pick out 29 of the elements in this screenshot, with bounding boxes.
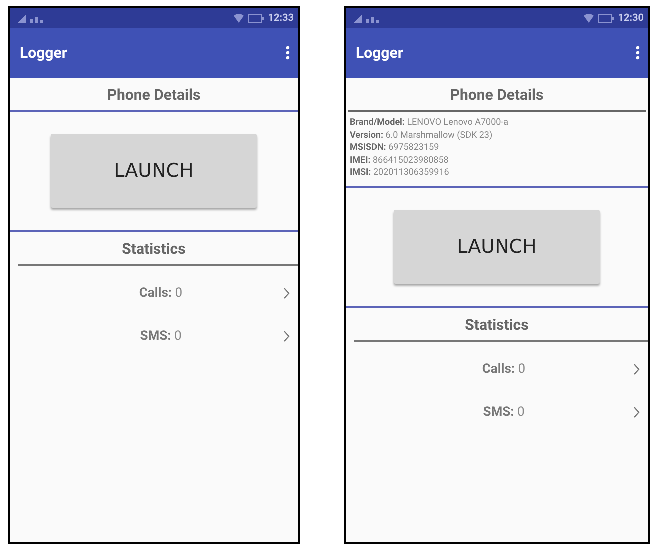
stat-label: SMS: 0	[139, 329, 183, 344]
section-heading: Phone Details	[449, 85, 545, 106]
more-options-icon[interactable]	[636, 46, 640, 60]
detail-line: MSISDN: 6975823159	[350, 142, 440, 154]
battery-icon	[248, 14, 264, 22]
section-heading: Statistics	[464, 314, 530, 336]
detail-line: Brand/Model: LENOVO Lenovo A7000-a	[350, 117, 510, 130]
status-time: 12:33	[268, 12, 294, 24]
chevron-right-icon[interactable]	[634, 364, 640, 374]
stat-label: Calls: 0	[138, 286, 184, 301]
app-title: Logger	[356, 44, 404, 62]
detail-line: Version: 6.0 Marshmallow (SDK 23)	[350, 130, 494, 142]
launch-button[interactable]: LAUNCH	[51, 134, 257, 208]
wifi-icon	[584, 14, 594, 22]
section-heading: Statistics	[121, 239, 187, 260]
battery-icon	[598, 14, 614, 22]
chevron-right-icon[interactable]	[634, 406, 640, 418]
chevron-right-icon[interactable]	[284, 331, 290, 342]
status-time: 12:30	[618, 12, 644, 24]
chevron-right-icon[interactable]	[284, 288, 290, 299]
stat-label: SMS: 0	[482, 404, 526, 420]
app-title: Logger	[20, 44, 68, 62]
wifi-icon	[234, 14, 244, 22]
detail-line: IMEI: 866415023980858	[350, 154, 450, 167]
more-options-icon[interactable]	[286, 46, 290, 60]
launch-button[interactable]: LAUNCH	[394, 210, 600, 284]
stat-label: Calls: 0	[481, 362, 527, 376]
section-heading: Phone Details	[106, 85, 202, 106]
detail-line: IMSI: 202011306359916	[350, 167, 450, 180]
